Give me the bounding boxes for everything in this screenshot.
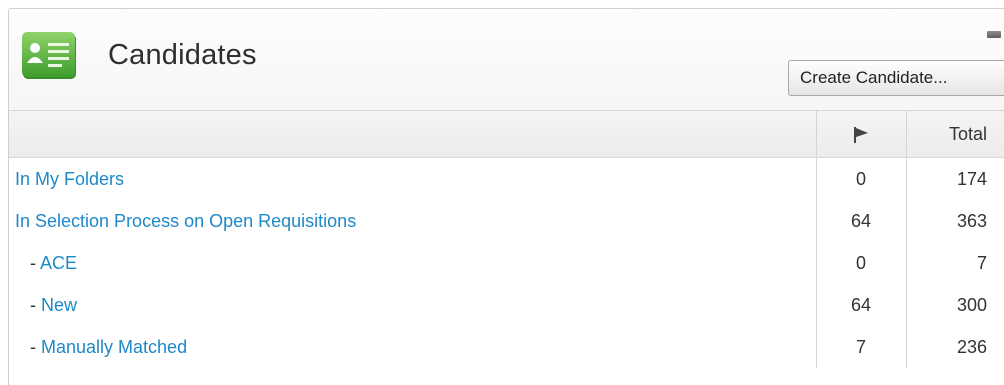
row-label-cell: - New	[9, 284, 816, 326]
row-label-cell: - ACE	[9, 242, 816, 284]
table-row: - Manually Matched 7 236	[9, 326, 1004, 368]
candidates-widget: Candidates Create Candidate... Total In …	[8, 8, 1004, 385]
flagged-count: 7	[815, 326, 906, 368]
widget-header: Candidates Create Candidate...	[9, 9, 1004, 111]
flagged-count: 64	[815, 200, 906, 242]
row-prefix: -	[30, 336, 41, 357]
row-label-cell: In My Folders	[9, 158, 816, 201]
total-count: 363	[905, 200, 1004, 242]
row-label-cell: - Manually Matched	[9, 326, 816, 368]
total-count: 7	[905, 242, 1004, 284]
table-row: - New 64 300	[9, 284, 1004, 326]
table-header-row: Total	[9, 111, 1004, 158]
create-candidate-button[interactable]: Create Candidate...	[788, 60, 1004, 96]
table-row: In My Folders 0 174	[9, 157, 1004, 201]
row-label-cell: In Selection Process on Open Requisition…	[9, 200, 816, 242]
flagged-count: 0	[815, 242, 906, 284]
flagged-count: 0	[815, 157, 906, 200]
label-column-header	[9, 111, 816, 158]
in-my-folders-link[interactable]: In My Folders	[15, 169, 124, 189]
row-prefix: -	[30, 294, 41, 315]
widget-title: Candidates	[108, 39, 257, 71]
total-count: 300	[905, 284, 1004, 326]
manually-matched-link[interactable]: Manually Matched	[41, 337, 187, 357]
candidates-table: Total In My Folders 0 174 In Selection P…	[9, 111, 1004, 368]
row-prefix: -	[30, 252, 41, 273]
table-row: In Selection Process on Open Requisition…	[9, 200, 1004, 242]
flagged-count: 64	[815, 284, 906, 326]
in-selection-process-link[interactable]: In Selection Process on Open Requisition…	[15, 211, 356, 231]
total-column-header: Total	[905, 111, 1004, 158]
table-row: - ACE 0 7	[9, 242, 1004, 284]
minimize-icon[interactable]	[987, 31, 1001, 38]
candidate-card-icon	[22, 32, 76, 79]
flag-icon	[854, 126, 868, 143]
new-link[interactable]: New	[41, 295, 77, 315]
total-count: 236	[905, 326, 1004, 368]
ace-link[interactable]: ACE	[40, 253, 77, 273]
total-count: 174	[905, 157, 1004, 200]
flag-column-header	[815, 111, 906, 158]
